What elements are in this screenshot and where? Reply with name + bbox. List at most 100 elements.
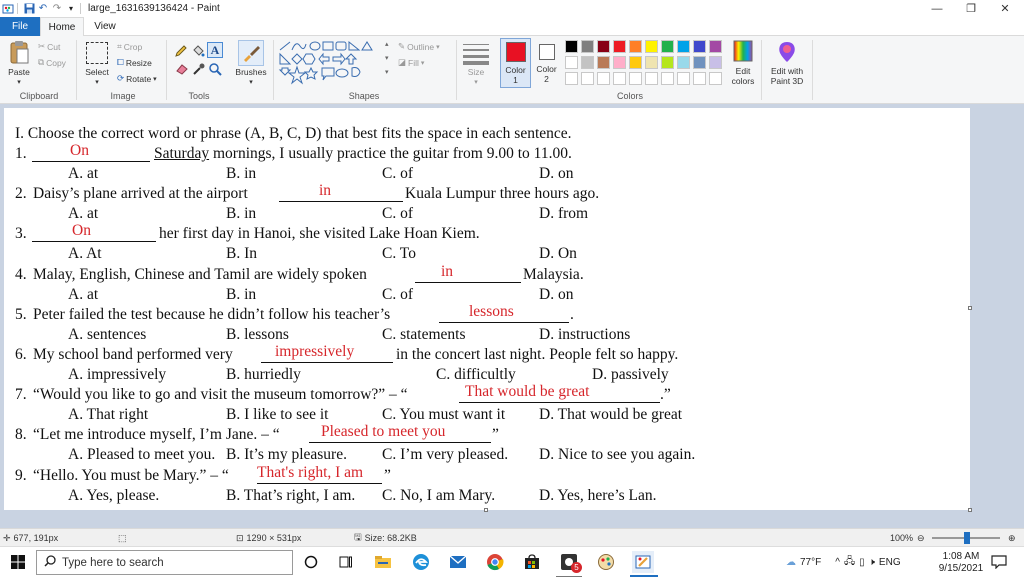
palette-swatch[interactable] — [565, 56, 578, 69]
custom-color-slot[interactable] — [613, 72, 626, 85]
brushes-button[interactable]: Brushes — [233, 68, 269, 77]
color-picker-icon[interactable] — [192, 62, 206, 79]
palette-swatch[interactable] — [661, 56, 674, 69]
paste-button[interactable]: Paste — [6, 68, 32, 77]
redo-icon[interactable]: ↷ — [51, 3, 63, 15]
palette-swatch[interactable] — [709, 56, 722, 69]
close-button[interactable]: ✕ — [988, 0, 1022, 17]
resize-handle-bottom[interactable] — [484, 508, 488, 512]
edge-browser-icon[interactable] — [410, 551, 432, 573]
chevron-down-icon[interactable]: ▾ — [467, 78, 485, 87]
save-icon[interactable] — [23, 3, 35, 15]
palette-swatch[interactable] — [597, 56, 610, 69]
color2-button[interactable]: Color 2 — [533, 38, 560, 88]
edit-with-paint3d-button[interactable]: Edit with — [765, 67, 809, 76]
speaker-icon[interactable]: 🕨 — [869, 557, 875, 568]
paint-taskbar-icon[interactable] — [632, 551, 654, 573]
select-icon[interactable] — [86, 42, 108, 64]
tab-home[interactable]: Home — [40, 17, 84, 36]
fill-button[interactable]: ◪ Fill ▾ — [398, 57, 424, 68]
chevron-up-icon[interactable]: ▴ — [385, 40, 389, 48]
resize-handle-right[interactable] — [968, 306, 972, 310]
windows-start-icon[interactable] — [7, 551, 29, 573]
palette-swatch[interactable] — [581, 56, 594, 69]
palette-swatch[interactable] — [677, 40, 690, 53]
zoom-slider-thumb[interactable] — [964, 532, 970, 544]
magnifier-icon[interactable] — [208, 62, 222, 79]
edit-colors-button[interactable]: Edit — [727, 67, 759, 76]
custom-color-slot[interactable] — [677, 72, 690, 85]
custom-color-slot[interactable] — [693, 72, 706, 85]
palette-swatch[interactable] — [677, 56, 690, 69]
resize-handle-corner[interactable] — [968, 508, 972, 512]
cortana-icon[interactable] — [300, 551, 322, 573]
language-indicator[interactable]: ENG — [879, 557, 901, 568]
custom-color-slot[interactable] — [597, 72, 610, 85]
mail-icon[interactable] — [447, 551, 469, 573]
shapes-gallery[interactable] — [278, 40, 396, 88]
palette-swatch[interactable] — [613, 40, 626, 53]
notifications-icon[interactable] — [988, 551, 1010, 573]
file-explorer-icon[interactable] — [372, 551, 394, 573]
chevron-down-icon[interactable]: ▾ — [10, 78, 28, 87]
custom-color-slot[interactable] — [645, 72, 658, 85]
battery-icon[interactable]: ▯ — [859, 557, 865, 568]
weather-temp[interactable]: 77°F — [800, 557, 821, 568]
palette-swatch[interactable] — [565, 40, 578, 53]
taskbar-search[interactable]: Type here to search — [36, 550, 293, 575]
chrome-icon[interactable] — [484, 551, 506, 573]
zoom-out-icon[interactable]: ⊖ — [917, 529, 925, 547]
custom-color-slot[interactable] — [709, 72, 722, 85]
tab-view[interactable]: View — [88, 17, 122, 36]
palette-swatch[interactable] — [709, 40, 722, 53]
palette-swatch[interactable] — [629, 40, 642, 53]
custom-color-slot[interactable] — [661, 72, 674, 85]
select-button[interactable]: Select — [82, 68, 112, 77]
notification-app-icon[interactable]: 5 — [558, 551, 582, 573]
undo-icon[interactable]: ↶ — [37, 3, 49, 15]
cut-button[interactable]: ✂ Cut — [38, 41, 60, 52]
palette-swatch[interactable] — [645, 40, 658, 53]
outline-button[interactable]: ✎ Outline ▾ — [398, 41, 440, 52]
store-icon[interactable] — [521, 551, 543, 573]
restore-button[interactable]: ❐ — [954, 0, 988, 17]
rotate-button[interactable]: ⟳ Rotate ▾ — [117, 73, 157, 84]
custom-color-slot[interactable] — [581, 72, 594, 85]
chevron-down-icon[interactable]: ▾ — [242, 78, 260, 87]
eraser-icon[interactable] — [175, 62, 189, 79]
canvas[interactable]: I. Choose the correct word or phrase (A,… — [4, 108, 970, 510]
expand-gallery-icon[interactable]: ▾ — [385, 68, 389, 76]
customize-quick-access-icon[interactable]: ▾ — [65, 3, 77, 15]
color1-button[interactable]: Color 1 — [500, 38, 531, 88]
palette-swatch[interactable] — [693, 56, 706, 69]
workspace[interactable]: I. Choose the correct word or phrase (A,… — [0, 104, 1024, 528]
fill-bucket-icon[interactable] — [191, 44, 205, 61]
network-icon[interactable]: 🖧 — [844, 554, 855, 571]
zoom-in-icon[interactable]: ⊕ — [1008, 529, 1016, 547]
palette-swatch[interactable] — [645, 56, 658, 69]
palette-swatch[interactable] — [597, 40, 610, 53]
size-button[interactable]: Size — [462, 68, 490, 77]
custom-color-slot[interactable] — [629, 72, 642, 85]
line-size-icon[interactable] — [463, 42, 489, 65]
palette-swatch[interactable] — [629, 56, 642, 69]
paint3d-icon[interactable] — [776, 40, 798, 64]
weather-icon[interactable]: ☁ — [786, 557, 796, 568]
palette-swatch[interactable] — [581, 40, 594, 53]
tab-file[interactable]: File — [0, 17, 40, 36]
palette-swatch[interactable] — [613, 56, 626, 69]
photos-app-icon[interactable] — [595, 551, 617, 573]
resize-button[interactable]: ⧠ Resize — [117, 57, 152, 68]
palette-swatch[interactable] — [693, 40, 706, 53]
chevron-down-icon[interactable]: ▾ — [385, 54, 389, 62]
crop-button[interactable]: ⌗ Crop — [117, 41, 142, 52]
custom-color-slot[interactable] — [565, 72, 578, 85]
paste-icon[interactable] — [8, 40, 30, 66]
pencil-icon[interactable] — [174, 44, 188, 61]
copy-button[interactable]: ⧉ Copy — [38, 57, 66, 68]
text-tool-button[interactable]: A — [207, 42, 223, 58]
chevron-down-icon[interactable]: ▾ — [88, 78, 106, 87]
minimize-button[interactable]: — — [920, 0, 954, 17]
edit-colors-icon[interactable] — [733, 40, 753, 62]
palette-swatch[interactable] — [661, 40, 674, 53]
